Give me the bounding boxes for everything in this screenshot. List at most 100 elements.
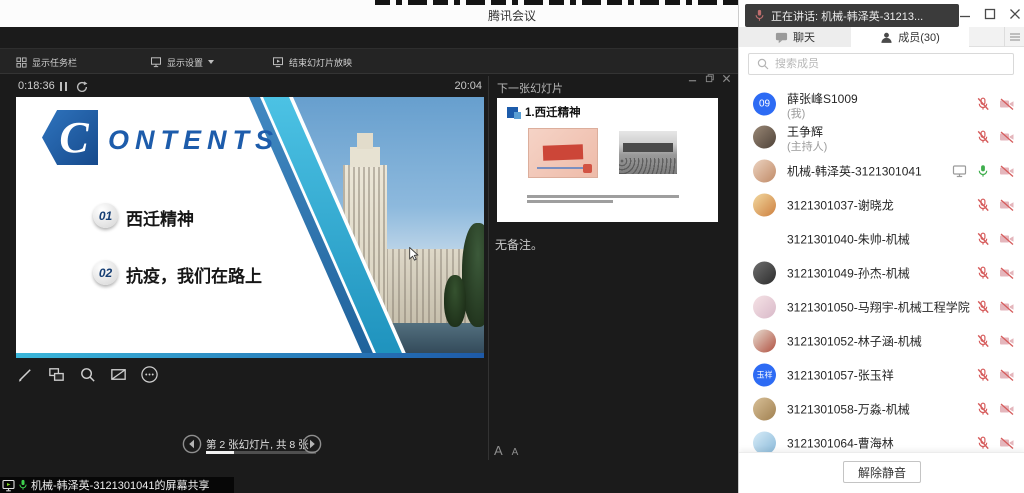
show-taskbar-label: 显示任务栏 [32, 56, 77, 69]
camera-off-icon [999, 97, 1015, 111]
chevron-down-icon [208, 60, 214, 64]
mic-muted-icon [976, 334, 990, 348]
presenter-restore-icon[interactable] [705, 74, 714, 83]
member-name: 3121301049-孙杰-机械 [787, 265, 910, 282]
member-name: 3121301037-谢晓龙 [787, 197, 894, 214]
member-name: 3121301058-万淼-机械 [787, 401, 910, 418]
restart-timer-button[interactable] [76, 80, 88, 98]
tab-chat[interactable]: 聊天 [739, 27, 851, 47]
member-row[interactable]: 3121301040-朱帅-机械 [747, 222, 1023, 256]
mic-muted-icon [976, 130, 990, 144]
member-row[interactable]: 09薛张峰S1009(我) [747, 87, 1023, 121]
notes-font-increase-button[interactable]: A [494, 443, 503, 458]
member-avatar [753, 296, 776, 319]
toc-number-1: 01 [93, 203, 118, 228]
contents-initial: C [59, 112, 88, 163]
member-status-icons [976, 97, 1015, 111]
historical-photo [619, 131, 677, 174]
restart-icon [76, 81, 88, 93]
mic-muted-icon [976, 266, 990, 280]
slide-position-text: 第 2 张幻灯片, 共 8 张 [206, 437, 309, 452]
notes-font-decrease-button[interactable]: A [512, 447, 519, 458]
next-slide-button[interactable] [302, 434, 322, 459]
member-status-icons [976, 436, 1015, 450]
search-icon [757, 58, 769, 70]
minimize-icon[interactable] [959, 8, 971, 20]
tab-members[interactable]: 成员(30) [851, 27, 969, 47]
panel-menu-button[interactable] [1004, 27, 1024, 47]
maximize-icon[interactable] [984, 8, 996, 20]
mouse-cursor [409, 247, 419, 261]
member-avatar [753, 398, 776, 421]
search-input[interactable] [775, 58, 995, 70]
mic-muted-icon [976, 402, 990, 416]
member-name: 3121301064-曹海林 [787, 435, 894, 452]
caption-line [527, 195, 679, 198]
previous-slide-button[interactable] [182, 434, 202, 459]
member-row[interactable]: 3121301049-孙杰-机械 [747, 256, 1023, 290]
toc-item-1: 西迁精神 [126, 205, 194, 230]
pause-timer-button[interactable] [60, 82, 67, 91]
speaking-toast-text: 正在讲话: 机械-韩泽英-31213... [771, 8, 923, 24]
next-slide-title: 1.西迁精神 [525, 104, 581, 120]
zoom-slide-button[interactable] [76, 363, 98, 385]
member-role: (我) [787, 105, 805, 121]
slide-progress-bar [206, 451, 316, 454]
next-slide-thumbnail: 1.西迁精神 [497, 98, 718, 222]
member-row[interactable]: 机械-韩泽英-3121301041 [747, 154, 1023, 188]
member-row[interactable]: 3121301050-马翔宇-机械工程学院 [747, 290, 1023, 324]
member-row[interactable]: 3121301037-谢晓龙 [747, 188, 1023, 222]
member-name: 3121301052-林子涵-机械 [787, 333, 922, 350]
notes-text: 无备注。 [495, 236, 543, 253]
member-avatar: 09 [753, 93, 776, 116]
person-icon [880, 31, 893, 44]
member-status-icons [976, 232, 1015, 246]
speaking-mic-icon [754, 9, 765, 22]
annotation-toolbar [14, 363, 160, 385]
screen-share-icon [952, 164, 967, 178]
end-slideshow-label: 结束幻灯片放映 [289, 56, 352, 69]
panel-tabbar: 聊天 成员(30) [739, 27, 1024, 47]
display-settings-button[interactable]: 显示设置 [150, 54, 214, 70]
member-avatar [753, 160, 776, 183]
mic-muted-icon [976, 198, 990, 212]
member-status-icons [976, 334, 1015, 348]
member-status-icons [976, 130, 1015, 144]
black-screen-button[interactable] [107, 363, 129, 385]
member-row[interactable]: 王争辉(主持人) [747, 120, 1023, 154]
current-slide[interactable]: C ONTENTS 01 西迁精神 02 抗疫，我们在路上 [16, 97, 484, 358]
member-avatar [753, 262, 776, 285]
next-slide-label: 下一张幻灯片 [497, 80, 563, 96]
member-avatar [753, 194, 776, 217]
mic-muted-icon [976, 232, 990, 246]
member-row[interactable]: 3121301058-万淼-机械 [747, 392, 1023, 426]
camera-off-icon [999, 368, 1015, 382]
taskbar-icon [16, 57, 27, 68]
close-icon[interactable] [1009, 8, 1021, 20]
member-row[interactable]: 玉祥3121301057-张玉祥 [747, 358, 1023, 392]
end-slideshow-button[interactable]: 结束幻灯片放映 [272, 54, 352, 70]
unmute-button[interactable]: 解除静音 [843, 461, 921, 483]
share-banner: 机械-韩泽英-3121301041的屏幕共享 [0, 477, 234, 493]
member-role: (主持人) [787, 138, 827, 154]
more-options-button[interactable] [138, 363, 160, 385]
tencent-meeting-window: 腾讯会议 显示任务栏 显示设置 结束幻灯片放映 [0, 0, 1024, 493]
ticket-image [528, 128, 598, 178]
member-name: 3121301057-张玉祥 [787, 367, 894, 384]
tab-chat-label: 聊天 [793, 29, 815, 45]
member-name: 机械-韩泽英-3121301041 [787, 163, 922, 180]
presenter-close-icon[interactable] [722, 74, 731, 83]
member-avatar [753, 330, 776, 353]
member-row[interactable]: 3121301052-林子涵-机械 [747, 324, 1023, 358]
elapsed-timer: 0:18:36 [18, 80, 55, 92]
pen-tool-button[interactable] [14, 363, 36, 385]
member-search[interactable] [748, 53, 1014, 75]
member-avatar [753, 228, 776, 251]
display-settings-label: 显示设置 [167, 56, 203, 69]
clipped-overlapping-text [375, 0, 738, 5]
show-taskbar-button[interactable]: 显示任务栏 [16, 54, 77, 70]
presenter-minimize-icon[interactable] [688, 74, 697, 83]
camera-off-icon [999, 334, 1015, 348]
member-status-icons [976, 368, 1015, 382]
see-all-slides-button[interactable] [45, 363, 67, 385]
